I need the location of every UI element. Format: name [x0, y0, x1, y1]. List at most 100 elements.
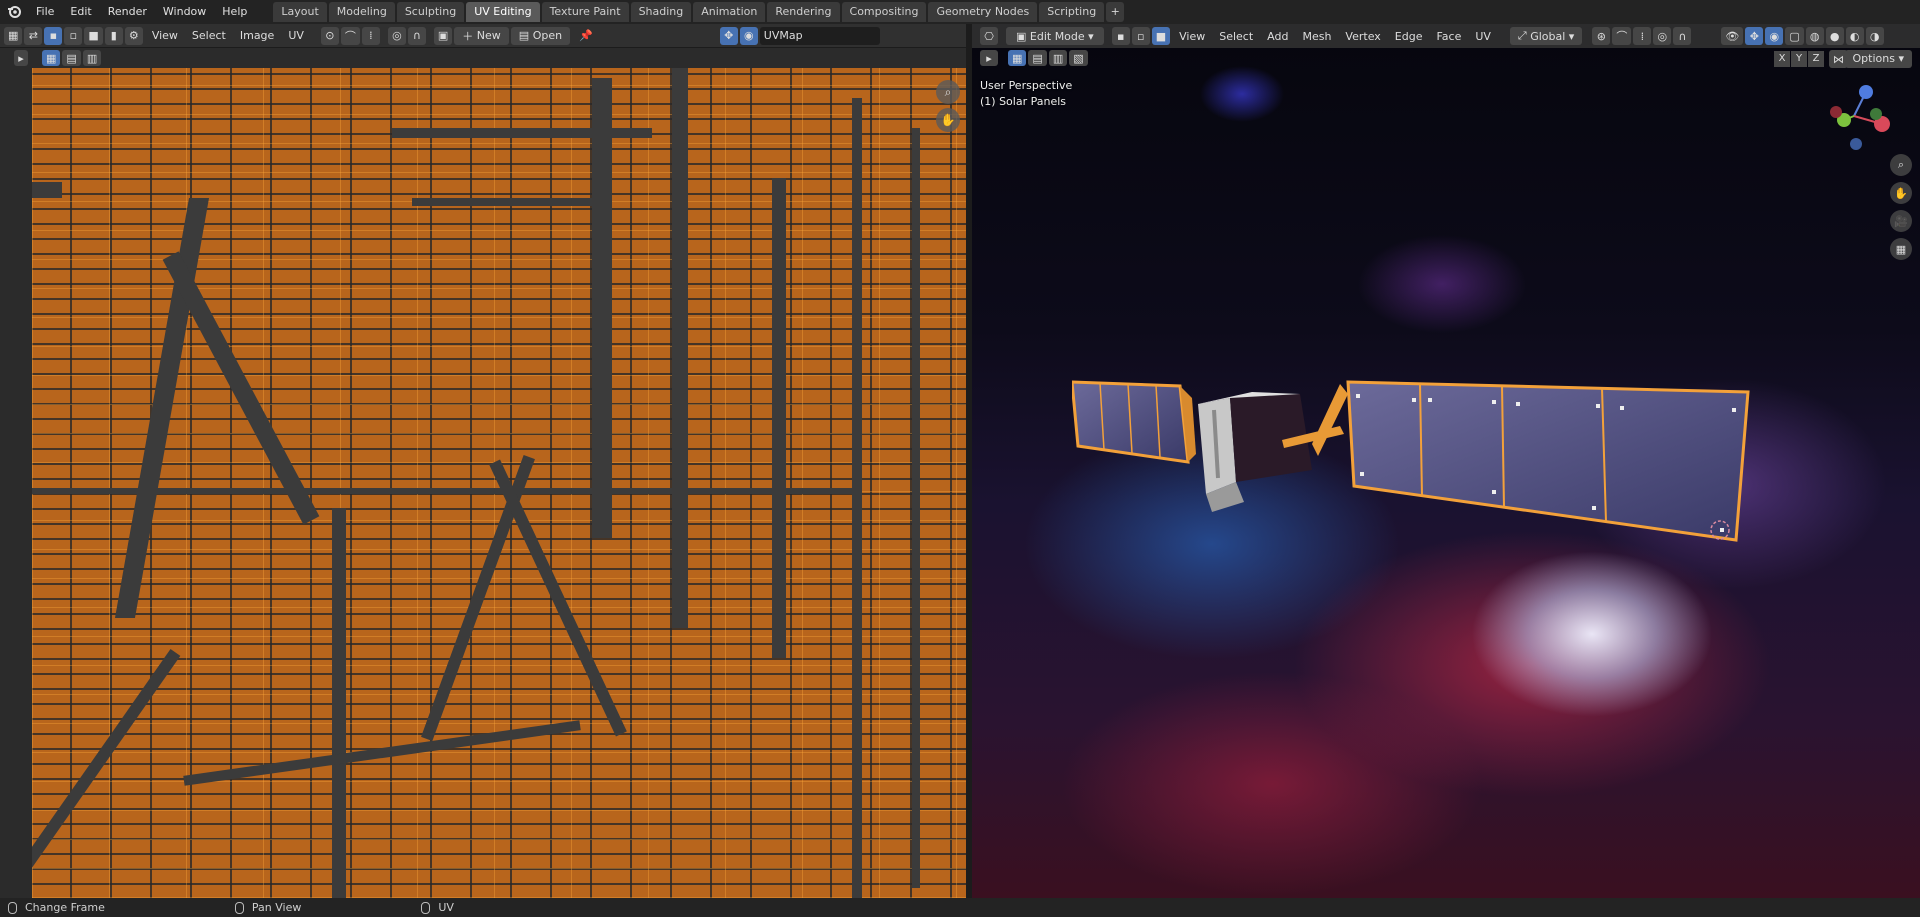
uvmap-field[interactable]: UVMap [759, 26, 880, 45]
new-image-button[interactable]: ＋ New [454, 26, 509, 45]
viewport-editor-type-icon[interactable]: ⎔ [980, 27, 998, 45]
vp-select-subtract-icon[interactable]: ▥ [1048, 50, 1068, 66]
mode-dropdown[interactable]: ▣ Edit Mode ▾ [1006, 27, 1104, 45]
falloff-icon[interactable]: ∩ [407, 26, 426, 45]
menu-help[interactable]: Help [214, 0, 255, 24]
uv-menu-image[interactable]: Image [233, 29, 281, 42]
wireframe-shading-icon[interactable]: ◍ [1805, 27, 1824, 45]
uv-editor[interactable]: ▦ ⇄ ▪ ▫ ■ ▮ ⚙ View Select Image UV ⊙ ⌒ ⁞… [0, 24, 966, 898]
vp-menu-add[interactable]: Add [1260, 30, 1295, 43]
vp-snap-icon[interactable]: ⌒ [1612, 27, 1632, 45]
menu-render[interactable]: Render [100, 0, 155, 24]
pan-hand-icon[interactable]: ✋ [936, 108, 960, 132]
uv-menu-uv[interactable]: UV [281, 29, 311, 42]
viewport-tool-row: ▸ ▦ ▤ ▥ ▧ [980, 50, 1090, 66]
solid-shading-icon[interactable]: ● [1825, 27, 1844, 45]
vp-menu-vertex[interactable]: Vertex [1338, 30, 1387, 43]
tab-sculpting[interactable]: Sculpting [396, 2, 465, 22]
options-button[interactable]: Options ▾ [1844, 50, 1912, 68]
pin-icon[interactable]: 📌 [572, 29, 600, 42]
pivot-point-icon[interactable]: ⊛ [1592, 27, 1611, 45]
object-label: (1) Solar Panels [980, 95, 1067, 108]
vp-select-intersect-icon[interactable]: ▧ [1069, 50, 1088, 66]
tab-rendering[interactable]: Rendering [767, 2, 840, 22]
tab-uv-editing[interactable]: UV Editing [466, 2, 540, 22]
vp-menu-edge[interactable]: Edge [1388, 30, 1430, 43]
vp-falloff-icon[interactable]: ∩ [1673, 27, 1692, 45]
vertex-select-icon[interactable]: ▪ [44, 26, 63, 45]
sticky-select-icon[interactable]: ⚙ [124, 26, 143, 45]
camera-view-icon[interactable]: 🎥 [1890, 210, 1912, 232]
orientation-dropdown[interactable]: ⤢ Global ▾ [1509, 27, 1583, 45]
3d-viewport[interactable]: ⎔ ▣ Edit Mode ▾ ▪ ▫ ■ View Select Add Me… [972, 24, 1920, 898]
snap-target-icon[interactable]: ⁞ [361, 26, 380, 45]
select-mode-new-icon[interactable]: ▦ [42, 50, 61, 66]
uv-canvas[interactable] [32, 68, 966, 898]
sync-selection-icon[interactable]: ⇄ [24, 26, 43, 45]
axis-x-toggle[interactable]: X [1774, 51, 1790, 67]
vertex-mode-icon[interactable]: ▪ [1111, 27, 1130, 45]
open-image-button[interactable]: ▤ Open [510, 26, 571, 45]
navigation-gizmo[interactable] [1822, 80, 1902, 170]
visibility-icon[interactable]: 👁 [1721, 27, 1744, 45]
edge-mode-icon[interactable]: ▫ [1131, 27, 1150, 45]
tab-animation[interactable]: Animation [693, 2, 766, 22]
tab-compositing[interactable]: Compositing [841, 2, 927, 22]
blender-logo-icon[interactable] [0, 0, 28, 24]
vp-select-tool-icon[interactable]: ▸ [980, 50, 998, 66]
tab-shading[interactable]: Shading [630, 2, 692, 22]
select-mode-extend-icon[interactable]: ▤ [62, 50, 81, 66]
menu-window[interactable]: Window [155, 0, 214, 24]
orientation-label: Global [1530, 29, 1566, 43]
vp-menu-uv[interactable]: UV [1468, 30, 1498, 43]
options-label: Options [1852, 52, 1895, 65]
vp-select-new-icon[interactable]: ▦ [1008, 50, 1027, 66]
uv-toolbar[interactable] [0, 68, 32, 898]
vp-menu-select[interactable]: Select [1212, 30, 1260, 43]
axis-y-toggle[interactable]: Y [1791, 51, 1807, 67]
face-mode-icon[interactable]: ■ [1151, 27, 1171, 45]
vp-overlay-icon[interactable]: ◉ [1765, 27, 1784, 45]
material-shading-icon[interactable]: ◐ [1845, 27, 1864, 45]
status-pan-view: Pan View [234, 901, 301, 914]
edge-select-icon[interactable]: ▫ [64, 26, 83, 45]
vp-gizmo-icon[interactable]: ✥ [1745, 27, 1764, 45]
tab-scripting[interactable]: Scripting [1039, 2, 1105, 22]
image-browse-icon[interactable]: ▣ [433, 26, 453, 45]
overlay-toggle-icon[interactable]: ◉ [739, 26, 758, 45]
pivot-icon[interactable]: ⊙ [320, 26, 339, 45]
zoom-icon[interactable]: ⌕ [936, 80, 960, 104]
vp-menu-mesh[interactable]: Mesh [1295, 30, 1338, 43]
vp-snap-target-icon[interactable]: ⁞ [1633, 27, 1652, 45]
vp-zoom-icon[interactable]: ⌕ [1890, 154, 1912, 176]
rendered-shading-icon[interactable]: ◑ [1865, 27, 1884, 45]
face-select-icon[interactable]: ■ [84, 26, 103, 45]
ortho-toggle-icon[interactable]: ▦ [1890, 238, 1912, 260]
menu-edit[interactable]: Edit [62, 0, 99, 24]
vp-menu-face[interactable]: Face [1429, 30, 1468, 43]
add-workspace-button[interactable]: + [1106, 2, 1125, 22]
gizmo-toggle-icon[interactable]: ✥ [719, 26, 738, 45]
snap-icon[interactable]: ⌒ [340, 26, 360, 45]
tab-modeling[interactable]: Modeling [328, 2, 395, 22]
vp-select-extend-icon[interactable]: ▤ [1028, 50, 1047, 66]
mouse-left-icon [8, 901, 17, 914]
menu-file[interactable]: File [28, 0, 62, 24]
editor-type-icon[interactable]: ▦ [4, 26, 23, 45]
vp-pan-icon[interactable]: ✋ [1890, 182, 1912, 204]
select-tool-icon[interactable]: ▸ [14, 50, 28, 66]
proportional-edit-icon[interactable]: ◎ [387, 26, 406, 45]
island-select-icon[interactable]: ▮ [104, 26, 123, 45]
vp-proportional-icon[interactable]: ◎ [1653, 27, 1672, 45]
tab-geometry-nodes[interactable]: Geometry Nodes [928, 2, 1038, 22]
satellite-model[interactable] [1072, 354, 1772, 594]
select-mode-subtract-icon[interactable]: ▥ [82, 50, 102, 66]
uv-editor-header: ▦ ⇄ ▪ ▫ ■ ▮ ⚙ View Select Image UV ⊙ ⌒ ⁞… [0, 24, 966, 48]
uv-menu-select[interactable]: Select [185, 29, 233, 42]
tab-texture-paint[interactable]: Texture Paint [541, 2, 629, 22]
xray-icon[interactable]: ▢ [1785, 27, 1804, 45]
axis-z-toggle[interactable]: Z [1808, 51, 1824, 67]
vp-menu-view[interactable]: View [1172, 30, 1212, 43]
uv-menu-view[interactable]: View [145, 29, 185, 42]
tab-layout[interactable]: Layout [273, 2, 327, 22]
